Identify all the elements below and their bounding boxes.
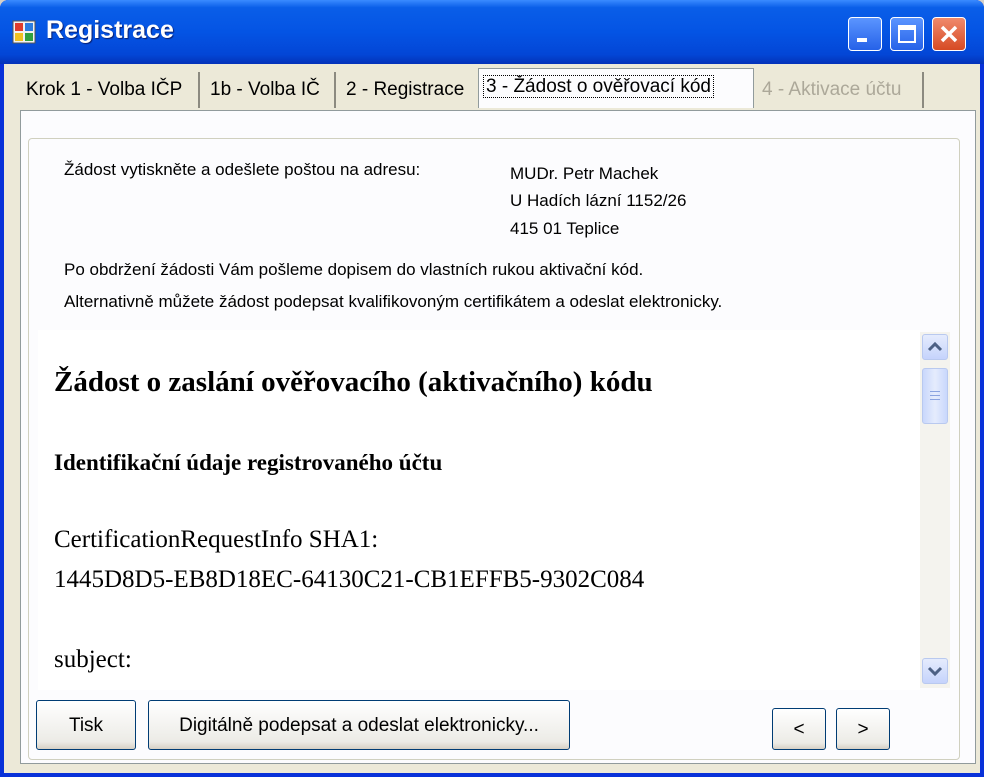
close-icon (940, 25, 958, 43)
tab-zadost[interactable]: 3 - Žádost o ověřovací kód (478, 68, 754, 108)
close-button[interactable] (932, 17, 966, 51)
mail-instruction: Žádost vytiskněte a odešlete poštou na a… (64, 160, 421, 179)
scroll-down-button[interactable] (922, 658, 948, 684)
print-button[interactable]: Tisk (36, 700, 136, 750)
subject-label: subject: (54, 646, 132, 673)
minimize-icon (857, 38, 867, 42)
previous-button[interactable]: < (772, 708, 826, 750)
next-button[interactable]: > (836, 708, 890, 750)
tab-label: 4 - Aktivace účtu (762, 79, 902, 100)
activation-note: Po obdržení žádosti Vám pošleme dopisem … (64, 260, 644, 279)
grip-line (930, 395, 940, 396)
title-bar[interactable]: Registrace (0, 0, 984, 64)
window-title: Registrace (46, 16, 174, 44)
request-document[interactable]: Žádost o zaslání ověřovacího (aktivačníh… (38, 330, 920, 690)
chevron-down-icon (927, 666, 943, 677)
document-scrollbar[interactable] (920, 332, 950, 688)
sha-value: 1445D8D5-EB8D18EC-64130C21-CB1EFFB5-9302… (54, 566, 645, 593)
address-line: U Hadích lázní 1152/26 (510, 191, 687, 210)
tab-label: 1b - Volba IČ (210, 79, 320, 100)
address-line: MUDr. Petr Machek (510, 164, 659, 183)
document-heading: Žádost o zaslání ověřovacího (aktivačníh… (54, 366, 653, 398)
document-subheading: Identifikační údaje registrovaného účtu (54, 450, 443, 475)
tab-label: 2 - Registrace (346, 79, 465, 100)
maximize-icon (898, 25, 916, 43)
sha-label: CertificationRequestInfo SHA1: (54, 526, 379, 553)
tab-volba-icp[interactable]: Krok 1 - Volba IČP (22, 72, 200, 108)
scroll-thumb[interactable] (922, 368, 948, 424)
address-line: 415 01 Teplice (510, 219, 620, 238)
grip-line (930, 399, 940, 400)
minimize-button[interactable] (848, 17, 882, 51)
grip-line (930, 391, 940, 392)
sign-send-button[interactable]: Digitálně podepsat a odeslat elektronick… (148, 700, 570, 750)
electronic-note: Alternativně můžete žádost podepsat kval… (64, 292, 723, 311)
tab-aktivace[interactable]: 4 - Aktivace účtu (758, 72, 924, 108)
tab-volba-ic[interactable]: 1b - Volba IČ (206, 72, 336, 108)
tab-label: Krok 1 - Volba IČP (26, 79, 183, 100)
tab-label: 3 - Žádost o ověřovací kód (483, 75, 714, 98)
chevron-up-icon (927, 341, 943, 352)
scroll-up-button[interactable] (922, 334, 948, 360)
tab-registrace[interactable]: 2 - Registrace (342, 72, 476, 108)
registration-window: Registrace Krok 1 - Volba IČP 1b - Volba… (0, 0, 984, 777)
maximize-button[interactable] (890, 17, 924, 51)
app-icon (12, 20, 36, 44)
